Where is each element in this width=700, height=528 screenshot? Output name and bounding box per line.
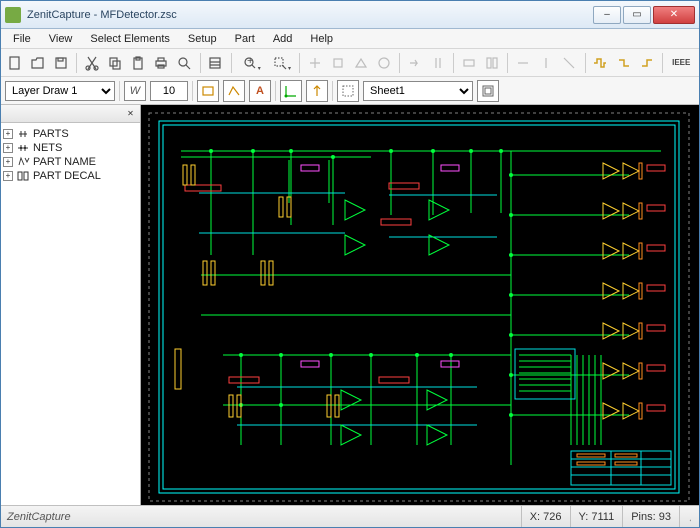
- menu-view[interactable]: View: [41, 31, 81, 47]
- sheet-fit-icon[interactable]: [477, 80, 499, 102]
- text-icon[interactable]: A: [249, 80, 271, 102]
- width-input[interactable]: [150, 81, 188, 101]
- sidebar-close-icon[interactable]: ✕: [124, 108, 137, 120]
- tool-disabled-7: [459, 52, 479, 74]
- menu-help[interactable]: Help: [302, 31, 341, 47]
- tool-disabled-2: [328, 52, 348, 74]
- secondary-toolbar: Layer Draw 1 W A Sheet1: [1, 77, 699, 105]
- find-icon[interactable]: [174, 52, 194, 74]
- paste-icon[interactable]: [128, 52, 148, 74]
- print-icon[interactable]: [151, 52, 171, 74]
- minimize-button[interactable]: –: [593, 6, 621, 24]
- menu-part[interactable]: Part: [227, 31, 263, 47]
- expand-icon[interactable]: +: [3, 171, 13, 181]
- menu-add[interactable]: Add: [265, 31, 301, 47]
- sheet-icon[interactable]: [337, 80, 359, 102]
- status-y: Y: 7111: [570, 506, 623, 527]
- close-button[interactable]: ✕: [653, 6, 695, 24]
- step-up-icon[interactable]: [637, 52, 657, 74]
- pcb-canvas[interactable]: [141, 105, 699, 505]
- tool-disabled-6: [428, 52, 448, 74]
- copy-icon[interactable]: [105, 52, 125, 74]
- app-icon: [5, 7, 21, 23]
- zoom-rect-icon[interactable]: [267, 52, 294, 74]
- tree-label: PART DECAL: [33, 170, 101, 182]
- tool-disabled-5: [405, 52, 425, 74]
- new-file-icon[interactable]: [5, 52, 25, 74]
- tree-item-nets[interactable]: + NETS: [3, 141, 138, 155]
- tool-disabled-4: [374, 52, 394, 74]
- window-title: ZenitCapture - MFDetector.zsc: [27, 9, 593, 21]
- open-file-icon[interactable]: [28, 52, 48, 74]
- save-icon[interactable]: [51, 52, 71, 74]
- tree-item-parts[interactable]: + PARTS: [3, 127, 138, 141]
- tool-disabled-9: [513, 52, 533, 74]
- status-x: X: 726: [521, 506, 570, 527]
- parts-list-icon[interactable]: [205, 52, 225, 74]
- menu-file[interactable]: File: [5, 31, 39, 47]
- ieee-icon[interactable]: IEEE: [668, 52, 695, 74]
- sidebar: ✕ + PARTS + NETS + PART NAME: [1, 105, 141, 505]
- menubar: File View Select Elements Setup Part Add…: [1, 29, 699, 49]
- draw-line-icon[interactable]: [223, 80, 245, 102]
- partdecal-icon: [16, 170, 30, 182]
- expand-icon[interactable]: +: [3, 143, 13, 153]
- tree-item-part-name[interactable]: + PART NAME: [3, 155, 138, 169]
- width-label: W: [124, 81, 146, 101]
- work-area: ✕ + PARTS + NETS + PART NAME: [1, 105, 699, 505]
- tree-label: PARTS: [33, 128, 69, 140]
- draw-rect-icon[interactable]: [197, 80, 219, 102]
- project-tree[interactable]: + PARTS + NETS + PART NAME + PAR: [1, 123, 140, 505]
- statusbar: ZenitCapture X: 726 Y: 7111 Pins: 93: [1, 505, 699, 527]
- layer-select[interactable]: Layer Draw 1: [5, 81, 115, 101]
- tree-label: PART NAME: [33, 156, 96, 168]
- cut-icon[interactable]: [82, 52, 102, 74]
- expand-icon[interactable]: +: [3, 157, 13, 167]
- tree-item-part-decal[interactable]: + PART DECAL: [3, 169, 138, 183]
- maximize-button[interactable]: ▭: [623, 6, 651, 24]
- sheet-select[interactable]: Sheet1: [363, 81, 473, 101]
- status-app: ZenitCapture: [1, 511, 521, 523]
- status-pins: Pins: 93: [622, 506, 679, 527]
- menu-select-elements[interactable]: Select Elements: [82, 31, 177, 47]
- via-icon[interactable]: [306, 80, 328, 102]
- tool-disabled-11: [559, 52, 579, 74]
- nets-icon: [16, 142, 30, 154]
- tool-disabled-3: [351, 52, 371, 74]
- menu-setup[interactable]: Setup: [180, 31, 225, 47]
- expand-icon[interactable]: +: [3, 129, 13, 139]
- step-down-icon[interactable]: [614, 52, 634, 74]
- tree-label: NETS: [33, 142, 62, 154]
- window-controls: – ▭ ✕: [593, 6, 695, 24]
- titlebar: ZenitCapture - MFDetector.zsc – ▭ ✕: [1, 1, 699, 29]
- main-toolbar: + IEEE: [1, 49, 699, 77]
- origin-icon[interactable]: [280, 80, 302, 102]
- tool-disabled-8: [482, 52, 502, 74]
- parts-icon: [16, 128, 30, 140]
- status-resize-grip[interactable]: [679, 506, 699, 527]
- sidebar-header: ✕: [1, 105, 140, 123]
- waveform-icon[interactable]: [590, 52, 610, 74]
- zoom-fit-icon[interactable]: +: [236, 52, 263, 74]
- tool-disabled-1: [305, 52, 325, 74]
- tool-disabled-10: [536, 52, 556, 74]
- partname-icon: [16, 156, 30, 168]
